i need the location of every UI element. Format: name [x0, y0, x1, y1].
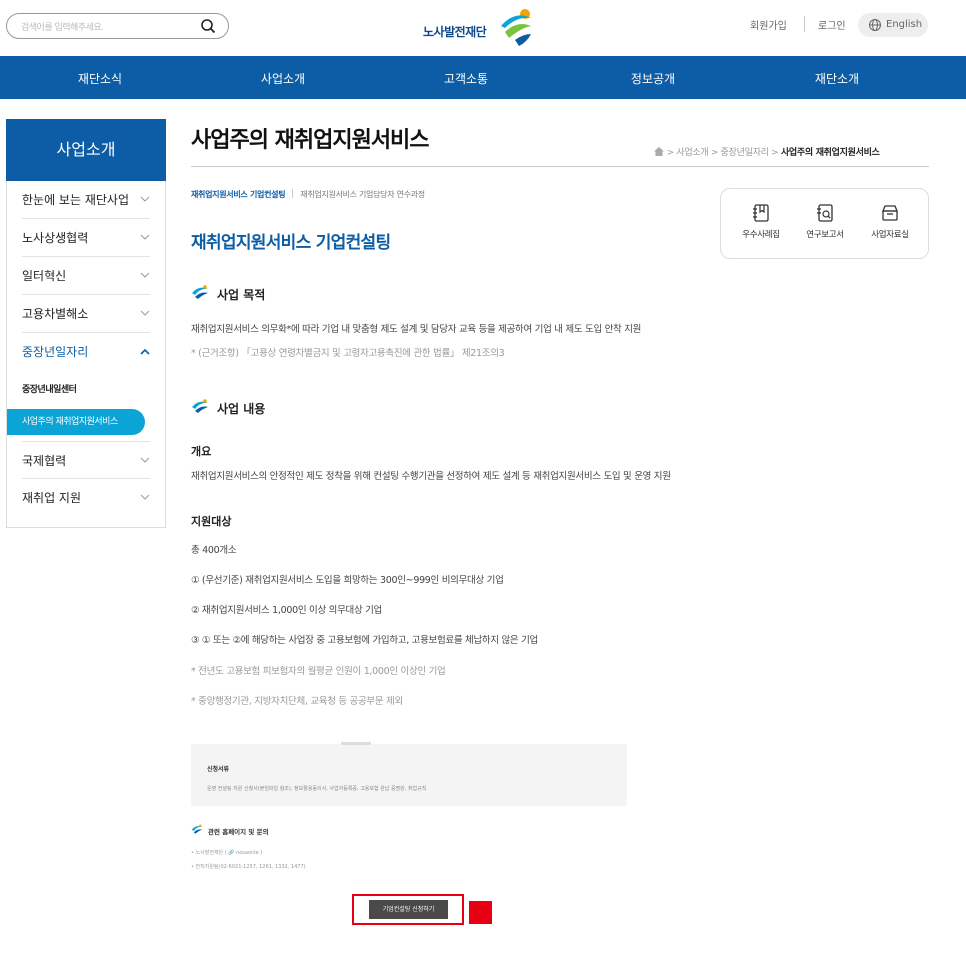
chevron-down-icon [140, 196, 150, 202]
sidebar-menu: 한눈에 보는 재단사업 노사상생협력 일터혁신 고용차별해소 중장년일자리 중장… [6, 181, 166, 528]
content-heading-text: 사업 내용 [217, 402, 266, 416]
quick-link-reports[interactable]: 연구보고서 [795, 203, 855, 240]
site-logo[interactable]: 노사발전재단 [423, 6, 543, 50]
breadcrumb-item[interactable]: 사업소개 [676, 148, 708, 158]
quick-link-cases[interactable]: 우수사례집 [731, 203, 791, 240]
heading-bullet-icon [192, 399, 208, 413]
logo-text: 노사발전재단 [423, 25, 487, 39]
overview-text: 재취업지원서비스의 안정적인 제도 정착을 위해 컨설팅 수행기관을 선정하여 … [191, 471, 671, 482]
sidebar-title: 사업소개 [6, 119, 166, 181]
chevron-down-icon [140, 272, 150, 278]
chevron-down-icon [140, 457, 150, 463]
sub-tabs: 재취업지원서비스 기업컨설팅 재취업지원서비스 기업담당자 연수과정 [191, 189, 425, 200]
sidebar-item-middle-aged[interactable]: 중장년일자리 [22, 333, 150, 371]
breadcrumb-item[interactable]: 중장년일자리 [721, 148, 769, 158]
join-link[interactable]: 회원가입 [750, 17, 787, 32]
quick-link-label: 사업자료실 [871, 230, 909, 240]
title-divider [191, 166, 929, 167]
login-link[interactable]: 로그인 [818, 17, 846, 32]
page-title: 사업주의 재취업지원서비스 [191, 128, 430, 153]
breadcrumb-current: 사업주의 재취업지원서비스 [780, 148, 880, 158]
quick-link-label: 우수사례집 [742, 230, 780, 240]
report-search-icon [817, 204, 833, 222]
purpose-text: 재취업지원서비스 의무화*에 따라 기업 내 맞춤형 제도 설계 및 담당자 교… [191, 324, 642, 335]
divider [292, 189, 294, 198]
quick-links: 우수사례집 연구보고서 사업자료실 [720, 188, 929, 259]
globe-icon [869, 19, 881, 31]
logo-mark-icon [501, 9, 531, 46]
main-nav: 재단소식 사업소개 고객소통 정보공개 재단소개 [0, 56, 966, 99]
target-total: 총 400개소 [191, 545, 237, 556]
tab-training[interactable]: 재취업지원서비스 기업담당자 연수과정 [300, 190, 425, 199]
sidebar-subitem-reemployment[interactable]: 사업주의 재취업지원서비스 [7, 409, 145, 435]
archive-box-icon [882, 205, 898, 221]
breadcrumb: > 사업소개 > 중장년일자리 > 사업주의 재취업지원서비스 [654, 145, 880, 158]
home-icon[interactable] [654, 147, 664, 156]
documents-text: 운영 컨설팅 지원 신청서(붙임파일 참조), 정보활용동의서, 사업자등록증,… [207, 786, 427, 792]
click-marker [469, 901, 492, 924]
search-input[interactable]: 검색어를 입력해주세요. [6, 13, 229, 39]
chevron-down-icon [140, 310, 150, 316]
quick-link-label: 연구보고서 [806, 230, 844, 240]
sidebar-item-label: 고용차별해소 [22, 307, 89, 321]
purpose-note: * (근거조항) 「고용상 연령차별금지 및 고령자고용촉진에 관한 법률」 제… [191, 348, 505, 359]
sidebar-item-label: 한눈에 보는 재단사업 [22, 193, 129, 207]
section-title: 재취업지원서비스 기업컨설팅 [191, 233, 391, 253]
sidebar-item-label: 노사상생협력 [22, 231, 89, 245]
sidebar-item-international[interactable]: 국제협력 [22, 441, 150, 479]
nav-item-business[interactable]: 사업소개 [261, 70, 305, 87]
breadcrumb-sep: > [666, 148, 675, 158]
sidebar-item-label: 일터혁신 [22, 269, 67, 283]
related-contact: • 전직지원팀(02-6021-1257, 1261, 1332, 1477) [191, 864, 306, 870]
target-item: ③ ① 또는 ②에 해당하는 사업장 중 고용보험에 가입하고, 고용보험료를 … [191, 635, 538, 646]
language-button[interactable]: English [858, 13, 928, 37]
nav-item-news[interactable]: 재단소식 [78, 70, 122, 87]
target-note: * 전년도 고용보험 피보험자의 월평균 인원이 1,000인 이상인 기업 [191, 666, 446, 677]
related-link[interactable]: • 노사발전재단 ( 🔗 nosaonle ) [191, 849, 262, 856]
site-header: 검색어를 입력해주세요. 노사발전재단 회원가입 로그인 English [0, 0, 966, 56]
breadcrumb-sep: > [710, 148, 719, 158]
chevron-down-icon [140, 234, 150, 240]
book-icon [753, 204, 769, 222]
sidebar-item-label: 중장년일자리 [22, 345, 89, 359]
purpose-heading-text: 사업 목적 [217, 288, 266, 302]
tab-consulting[interactable]: 재취업지원서비스 기업컨설팅 [191, 190, 286, 199]
nav-item-info[interactable]: 정보공개 [631, 70, 675, 87]
sidebar-item-workplace[interactable]: 일터혁신 [22, 257, 150, 295]
highlight-box [352, 894, 464, 925]
nav-item-about[interactable]: 재단소개 [815, 70, 859, 87]
target-note: * 중앙행정기관, 지방자치단체, 교육청 등 공공부문 제외 [191, 696, 403, 707]
divider [341, 742, 371, 745]
chevron-down-icon [140, 494, 150, 500]
related-heading-text: 관련 홈페이지 및 문의 [208, 828, 269, 836]
sidebar-item-discrimination[interactable]: 고용차별해소 [22, 295, 150, 333]
sidebar-item-overview[interactable]: 한눈에 보는 재단사업 [22, 181, 150, 219]
sidebar-item-label: 국제협력 [22, 454, 67, 468]
heading-bullet-icon [191, 824, 203, 834]
target-item: ① (우선기준) 재취업지원서비스 도입을 희망하는 300인~999인 비의무… [191, 575, 504, 586]
quick-link-archive[interactable]: 사업자료실 [860, 203, 920, 240]
nav-item-customer[interactable]: 고객소통 [444, 70, 488, 87]
search-placeholder: 검색어를 입력해주세요. [21, 23, 104, 33]
overview-title: 개요 [191, 445, 212, 458]
sidebar: 사업소개 한눈에 보는 재단사업 노사상생협력 일터혁신 고용차별해소 중장년일… [6, 119, 166, 528]
target-title: 지원대상 [191, 515, 232, 528]
divider [804, 16, 805, 32]
sidebar-item-labor[interactable]: 노사상생협력 [22, 219, 150, 257]
documents-card: 신청서류 운영 컨설팅 지원 신청서(붙임파일 참조), 정보활용동의서, 사업… [191, 742, 627, 806]
sidebar-item-label: 재취업 지원 [22, 491, 82, 505]
language-label: English [886, 19, 923, 30]
search-icon[interactable] [200, 18, 216, 34]
heading-bullet-icon [192, 285, 208, 299]
target-item: ② 재취업지원서비스 1,000인 이상 의무대상 기업 [191, 605, 382, 616]
chevron-up-icon [140, 348, 150, 355]
breadcrumb-sep: > [771, 148, 779, 158]
documents-title: 신청서류 [207, 766, 230, 773]
sidebar-subitem-center[interactable]: 중장년내일센터 [22, 371, 150, 409]
sidebar-item-reemploy-support[interactable]: 재취업 지원 [22, 479, 150, 517]
